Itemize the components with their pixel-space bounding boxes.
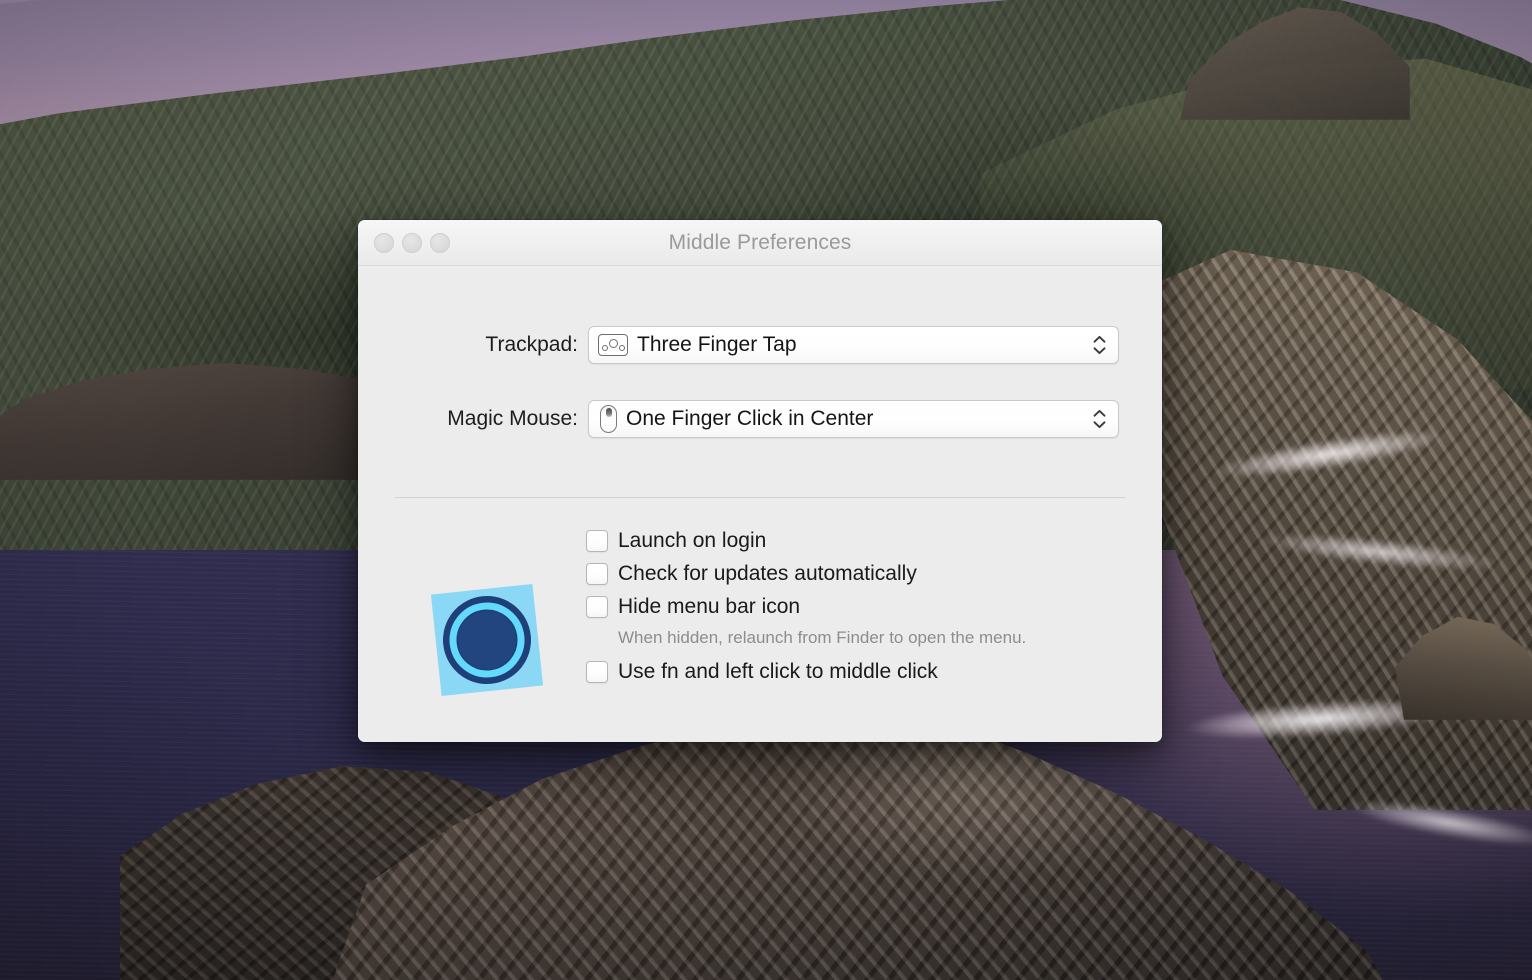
option-label: Hide menu bar icon <box>618 595 801 618</box>
chevron-up-icon <box>1093 409 1106 417</box>
zoom-button[interactable] <box>430 232 450 253</box>
option-check-for-updates[interactable]: Check for updates automatically <box>586 560 1126 587</box>
window-controls <box>374 220 450 265</box>
checkbox-launch-on-login[interactable] <box>586 530 608 552</box>
checkbox-fn-left-click-middle-click[interactable] <box>586 661 608 683</box>
magic-mouse-icon <box>600 405 617 433</box>
magic-mouse-selected-value: One Finger Click in Center <box>626 407 874 430</box>
preferences-window: Middle Preferences Trackpad: Three Finge… <box>358 220 1162 742</box>
option-label: Check for updates automatically <box>618 562 917 585</box>
section-separator <box>395 497 1126 498</box>
chevron-down-icon <box>1093 347 1106 355</box>
magic-mouse-popup-button[interactable]: One Finger Click in Center <box>588 400 1119 438</box>
trackpad-row: Trackpad: Three Finger Tap <box>358 326 1162 364</box>
minimize-button[interactable] <box>402 232 422 253</box>
chevron-up-icon <box>1093 335 1106 343</box>
option-fn-left-click-middle-click[interactable]: Use fn and left click to middle click <box>586 658 1126 685</box>
magic-mouse-row: Magic Mouse: One Finger Click in Center <box>358 400 1162 438</box>
trackpad-selected-value: Three Finger Tap <box>637 333 797 356</box>
chevron-down-icon <box>1093 421 1106 429</box>
chevron-up-down-icon <box>1093 409 1106 429</box>
trackpad-label: Trackpad: <box>485 333 578 356</box>
trackpad-popup-button[interactable]: Three Finger Tap <box>588 326 1119 364</box>
option-label: Launch on login <box>618 529 767 552</box>
desktop: Middle Preferences Trackpad: Three Finge… <box>0 0 1532 980</box>
options-list: Launch on login Check for updates automa… <box>586 527 1126 691</box>
option-hide-menu-bar-icon[interactable]: Hide menu bar icon <box>586 593 1126 620</box>
magic-mouse-label: Magic Mouse: <box>447 407 578 430</box>
option-launch-on-login[interactable]: Launch on login <box>586 527 1126 554</box>
close-button[interactable] <box>374 232 394 253</box>
window-content: Trackpad: Three Finger Tap Magic Mouse: … <box>358 266 1162 742</box>
window-titlebar[interactable]: Middle Preferences <box>358 220 1162 266</box>
checkbox-check-for-updates[interactable] <box>586 563 608 585</box>
option-label: Use fn and left click to middle click <box>618 660 938 683</box>
window-title: Middle Preferences <box>668 230 852 254</box>
trackpad-three-finger-icon <box>598 334 628 356</box>
chevron-up-down-icon <box>1093 335 1106 355</box>
middle-app-icon <box>420 573 554 707</box>
hide-menu-bar-hint: When hidden, relaunch from Finder to ope… <box>618 628 1027 647</box>
checkbox-hide-menu-bar-icon[interactable] <box>586 596 608 618</box>
